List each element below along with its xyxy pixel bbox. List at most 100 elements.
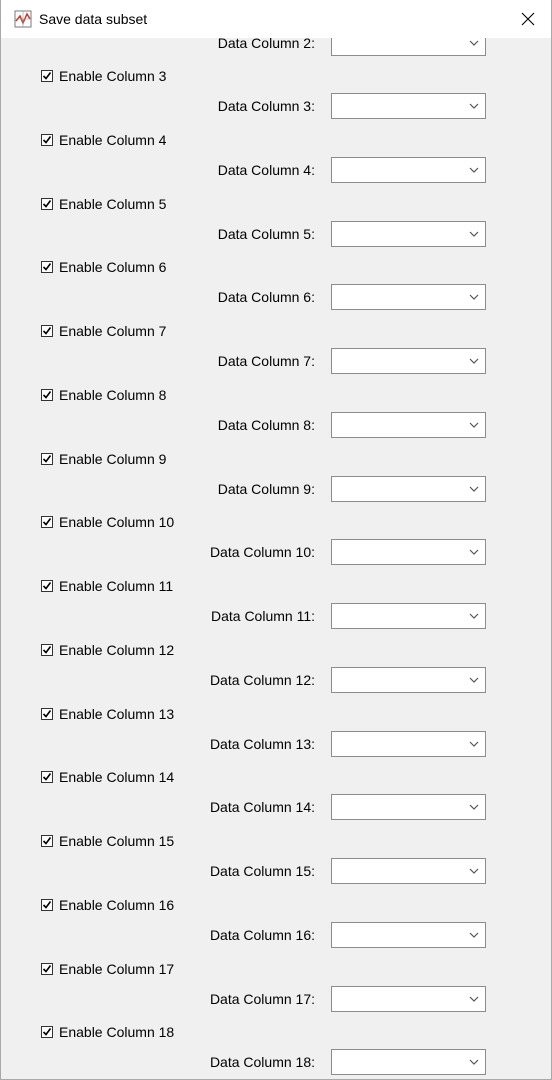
checkmark-icon <box>42 327 52 335</box>
checkbox-box[interactable] <box>41 899 53 911</box>
data-column-label: Data Column 16: <box>209 927 315 943</box>
data-column-dropdown[interactable] <box>331 93 486 119</box>
enable-column-checkbox[interactable]: Enable Column 14 <box>41 768 174 786</box>
enable-column-label: Enable Column 10 <box>59 514 175 530</box>
chevron-down-icon <box>469 1059 479 1065</box>
checkbox-box[interactable] <box>41 1026 53 1038</box>
enable-column-checkbox[interactable]: Enable Column 8 <box>41 386 166 404</box>
checkbox-box[interactable] <box>41 708 53 720</box>
checkbox-box[interactable] <box>41 261 53 273</box>
data-column-label: Data Column 12: <box>209 672 315 688</box>
data-column-label: Data Column 6: <box>217 289 315 305</box>
data-column-label: Data Column 5: <box>217 226 315 242</box>
checkbox-box[interactable] <box>41 644 53 656</box>
chevron-down-icon <box>469 996 479 1002</box>
data-column-dropdown[interactable] <box>331 731 486 757</box>
data-column-label: Data Column 7: <box>217 353 315 369</box>
checkmark-icon <box>42 391 52 399</box>
form-panel: Data Column 2: Enable Column 3 Data Colum… <box>5 0 551 1079</box>
enable-column-label: Enable Column 6 <box>59 259 167 275</box>
data-column-dropdown[interactable] <box>331 794 486 820</box>
chevron-down-icon <box>469 103 479 109</box>
checkbox-box[interactable] <box>41 963 53 975</box>
checkmark-icon <box>42 837 52 845</box>
data-column-dropdown[interactable] <box>331 348 486 374</box>
checkbox-box[interactable] <box>41 580 53 592</box>
close-button[interactable] <box>505 0 551 38</box>
enable-column-label: Enable Column 5 <box>59 196 167 212</box>
data-column-dropdown[interactable] <box>331 221 486 247</box>
checkmark-icon <box>42 965 52 973</box>
enable-column-checkbox[interactable]: Enable Column 17 <box>41 960 174 978</box>
enable-column-checkbox[interactable]: Enable Column 15 <box>41 832 174 850</box>
checkbox-box[interactable] <box>41 453 53 465</box>
chevron-down-icon <box>469 677 479 683</box>
chevron-down-icon <box>469 358 479 364</box>
enable-column-checkbox[interactable]: Enable Column 4 <box>41 131 166 149</box>
enable-column-checkbox[interactable]: Enable Column 3 <box>41 67 166 85</box>
data-column-dropdown[interactable] <box>331 412 486 438</box>
checkmark-icon <box>42 710 52 718</box>
data-column-dropdown[interactable] <box>331 667 486 693</box>
enable-column-checkbox[interactable]: Enable Column 11 <box>41 577 173 595</box>
data-column-dropdown[interactable] <box>331 476 486 502</box>
enable-column-checkbox[interactable]: Enable Column 7 <box>41 322 166 340</box>
data-column-label: Data Column 17: <box>209 991 315 1007</box>
checkmark-icon <box>42 901 52 909</box>
checkbox-box[interactable] <box>41 70 53 82</box>
enable-column-label: Enable Column 9 <box>59 451 167 467</box>
data-column-dropdown[interactable] <box>331 603 486 629</box>
enable-column-label: Enable Column 16 <box>59 897 175 913</box>
enable-column-checkbox[interactable]: Enable Column 12 <box>41 641 174 659</box>
checkmark-icon <box>42 582 52 590</box>
checkbox-box[interactable] <box>41 516 53 528</box>
checkbox-box[interactable] <box>41 134 53 146</box>
data-column-label: Data Column 3: <box>217 98 315 114</box>
save-data-subset-window: Data Column 2: Enable Column 3 Data Colum… <box>0 0 552 1080</box>
checkbox-box[interactable] <box>41 771 53 783</box>
data-column-label: Data Column 13: <box>209 736 315 752</box>
chevron-down-icon <box>469 231 479 237</box>
data-column-dropdown[interactable] <box>331 858 486 884</box>
checkmark-icon <box>42 518 52 526</box>
data-column-dropdown[interactable] <box>331 539 486 565</box>
chevron-down-icon <box>469 549 479 555</box>
data-column-dropdown[interactable] <box>331 284 486 310</box>
data-column-dropdown[interactable] <box>331 986 486 1012</box>
data-column-label: Data Column 15: <box>209 863 315 879</box>
checkbox-box[interactable] <box>41 325 53 337</box>
enable-column-label: Enable Column 3 <box>59 68 167 84</box>
checkmark-icon <box>42 136 52 144</box>
checkbox-box[interactable] <box>41 389 53 401</box>
enable-column-label: Enable Column 12 <box>59 642 175 658</box>
chevron-down-icon <box>469 422 479 428</box>
data-column-label: Data Column 9: <box>217 481 315 497</box>
checkmark-icon <box>42 646 52 654</box>
chevron-down-icon <box>469 741 479 747</box>
chevron-down-icon <box>469 932 479 938</box>
data-column-dropdown[interactable] <box>331 922 486 948</box>
window-title: Save data subset <box>39 11 148 27</box>
enable-column-checkbox[interactable]: Enable Column 13 <box>41 705 174 723</box>
matlab-figure-icon <box>14 10 32 28</box>
chevron-down-icon <box>469 294 479 300</box>
data-column-label: Data Column 8: <box>217 417 315 433</box>
enable-column-label: Enable Column 18 <box>59 1024 175 1040</box>
enable-column-checkbox[interactable]: Enable Column 6 <box>41 258 166 276</box>
checkbox-box[interactable] <box>41 198 53 210</box>
checkmark-icon <box>42 773 52 781</box>
data-column-label: Data Column 14: <box>209 799 315 815</box>
enable-column-label: Enable Column 14 <box>59 769 175 785</box>
chevron-down-icon <box>469 40 479 46</box>
enable-column-checkbox[interactable]: Enable Column 5 <box>41 195 166 213</box>
enable-column-checkbox[interactable]: Enable Column 10 <box>41 513 174 531</box>
chevron-down-icon <box>469 804 479 810</box>
data-column-label: Data Column 18: <box>209 1054 315 1070</box>
enable-column-checkbox[interactable]: Enable Column 9 <box>41 450 166 468</box>
enable-column-checkbox[interactable]: Enable Column 18 <box>41 1023 174 1041</box>
data-column-dropdown[interactable] <box>331 157 486 183</box>
data-column-dropdown[interactable] <box>331 1049 486 1075</box>
enable-column-checkbox[interactable]: Enable Column 16 <box>41 896 174 914</box>
checkbox-box[interactable] <box>41 835 53 847</box>
enable-column-label: Enable Column 13 <box>59 706 175 722</box>
